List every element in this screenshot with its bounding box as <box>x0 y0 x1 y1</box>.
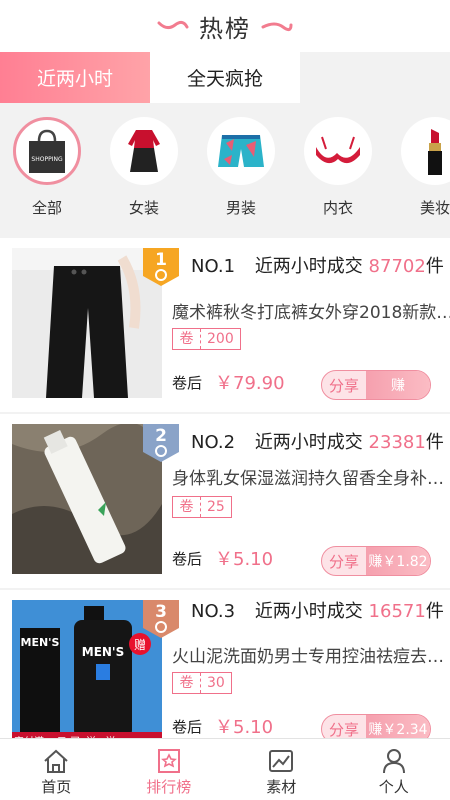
category-label: 美妆 <box>419 199 450 217</box>
category-label: 内衣 <box>322 199 353 217</box>
nav-label: 个人 <box>378 778 409 796</box>
ranking-icon <box>157 749 180 773</box>
person-icon <box>382 749 405 774</box>
bottom-nav: 首页 排行榜 素材 个人 <box>0 738 450 800</box>
product-brand-text: MEN'S <box>21 636 60 649</box>
product-item-2[interactable]: 2 NO.2 近两小时成交 23381件 身体乳女保湿滋润持久留香全身补… 卷 … <box>0 414 450 588</box>
sales-count: 87702 <box>368 256 426 277</box>
earn-label: 赚￥1.82 <box>366 547 430 575</box>
after-coupon-label: 卷后 <box>172 374 203 392</box>
price: ￥79.90 <box>215 373 285 394</box>
product-image-face-wash[interactable]: MEN'S MEN'S 赠 实付满35元 买1送1 送168g <box>12 600 162 750</box>
category-beauty[interactable]: 美妆 <box>395 117 450 227</box>
shorts-icon <box>218 135 264 167</box>
page-title: 热榜 <box>199 14 251 43</box>
sales-unit: 件 <box>425 601 444 622</box>
hot-ranking-page: 热榜 近两小时 全天疯抢 SHOPPING 全部 女装 男装 内衣 美妆 1 N… <box>0 0 450 800</box>
rank-label: NO.2 <box>191 432 236 453</box>
shopping-bag-icon: SHOPPING <box>29 129 65 173</box>
material-icon <box>269 750 294 772</box>
price: ￥5.10 <box>215 717 274 738</box>
header-bar: 热榜 <box>0 0 450 52</box>
rank-label: NO.1 <box>191 256 236 277</box>
lipstick-icon <box>428 129 442 175</box>
title-left-decoration-icon <box>157 20 189 30</box>
category-all[interactable]: SHOPPING 全部 <box>7 117 87 227</box>
gift-badge-text: 赠 <box>134 638 146 652</box>
nav-profile[interactable]: 个人 <box>338 739 450 800</box>
sales-count: 23381 <box>368 432 426 453</box>
rank-number: 2 <box>155 426 167 446</box>
rank-number: 1 <box>155 250 167 270</box>
share-button[interactable]: 分享 赚￥1.82 <box>321 546 431 576</box>
nav-ranking[interactable]: 排行榜 <box>113 739 226 800</box>
nav-material[interactable]: 素材 <box>225 739 338 800</box>
nav-label: 排行榜 <box>146 778 192 796</box>
sales-unit: 件 <box>425 256 444 277</box>
coupon-value: 30 <box>207 675 225 691</box>
after-coupon-label: 卷后 <box>172 718 203 736</box>
product-name[interactable]: 身体乳女保湿滋润持久留香全身补… <box>172 464 450 489</box>
nav-home[interactable]: 首页 <box>0 739 113 800</box>
sales-prefix: 近两小时成交 <box>254 432 363 453</box>
tab-all-day[interactable]: 全天疯抢 <box>150 52 300 103</box>
rank-badge: 2 <box>143 424 179 462</box>
title-right-decoration-icon <box>261 22 293 32</box>
time-tabs: 近两小时 全天疯抢 <box>0 52 450 103</box>
category-label: 男装 <box>225 199 256 217</box>
dress-icon <box>128 130 160 172</box>
rank-badge: 1 <box>143 248 179 286</box>
coupon-key: 卷 <box>173 673 201 693</box>
tab-last-two-hours[interactable]: 近两小时 <box>0 52 150 103</box>
share-label: 分享 <box>329 376 360 395</box>
bra-icon <box>316 136 360 164</box>
earn-label: 赚￥12.22 <box>366 371 430 399</box>
sales-unit: 件 <box>425 432 444 453</box>
product-image-body-lotion[interactable] <box>12 424 162 574</box>
product-name[interactable]: 魔术裤秋冬打底裤女外穿2018新款… <box>172 298 450 323</box>
share-label: 分享 <box>329 552 360 571</box>
product-name[interactable]: 火山泥洗面奶男士专用控油祛痘去… <box>172 642 450 667</box>
after-coupon-label: 卷后 <box>172 550 203 568</box>
rank-label: NO.3 <box>191 601 236 622</box>
rank-badge: 3 <box>143 600 179 638</box>
coupon-tag: 卷 30 <box>172 672 232 694</box>
category-men[interactable]: 男装 <box>201 117 281 227</box>
sales-prefix: 近两小时成交 <box>254 601 363 622</box>
category-label: 女装 <box>128 199 159 217</box>
sales-prefix: 近两小时成交 <box>254 256 363 277</box>
price: ￥5.10 <box>215 549 274 570</box>
share-button[interactable]: 分享 赚￥12.22 <box>321 370 431 400</box>
product-image-leggings[interactable] <box>12 248 162 398</box>
rank-line: NO.2 近两小时成交 23381件 <box>191 428 444 454</box>
share-label: 分享 <box>329 720 360 739</box>
coupon-value: 200 <box>207 331 234 347</box>
rank-line: NO.3 近两小时成交 16571件 <box>191 597 444 623</box>
category-strip: SHOPPING 全部 女装 男装 内衣 美妆 <box>0 103 450 230</box>
nav-label: 首页 <box>41 778 72 796</box>
home-icon <box>44 749 68 773</box>
svg-text:SHOPPING: SHOPPING <box>31 156 63 163</box>
coupon-key: 卷 <box>173 497 201 517</box>
category-women[interactable]: 女装 <box>104 117 184 227</box>
category-underwear[interactable]: 内衣 <box>298 117 378 227</box>
coupon-tag: 卷 200 <box>172 328 241 350</box>
nav-label: 素材 <box>266 778 297 796</box>
rank-number: 3 <box>155 602 167 622</box>
sales-count: 16571 <box>368 601 426 622</box>
coupon-value: 25 <box>207 499 225 515</box>
product-brand-text: MEN'S <box>82 645 125 659</box>
rank-line: NO.1 近两小时成交 87702件 <box>191 252 444 278</box>
product-item-1[interactable]: 1 NO.1 近两小时成交 87702件 魔术裤秋冬打底裤女外穿2018新款… … <box>0 238 450 412</box>
coupon-key: 卷 <box>173 329 201 349</box>
category-label: 全部 <box>31 199 62 217</box>
coupon-tag: 卷 25 <box>172 496 232 518</box>
